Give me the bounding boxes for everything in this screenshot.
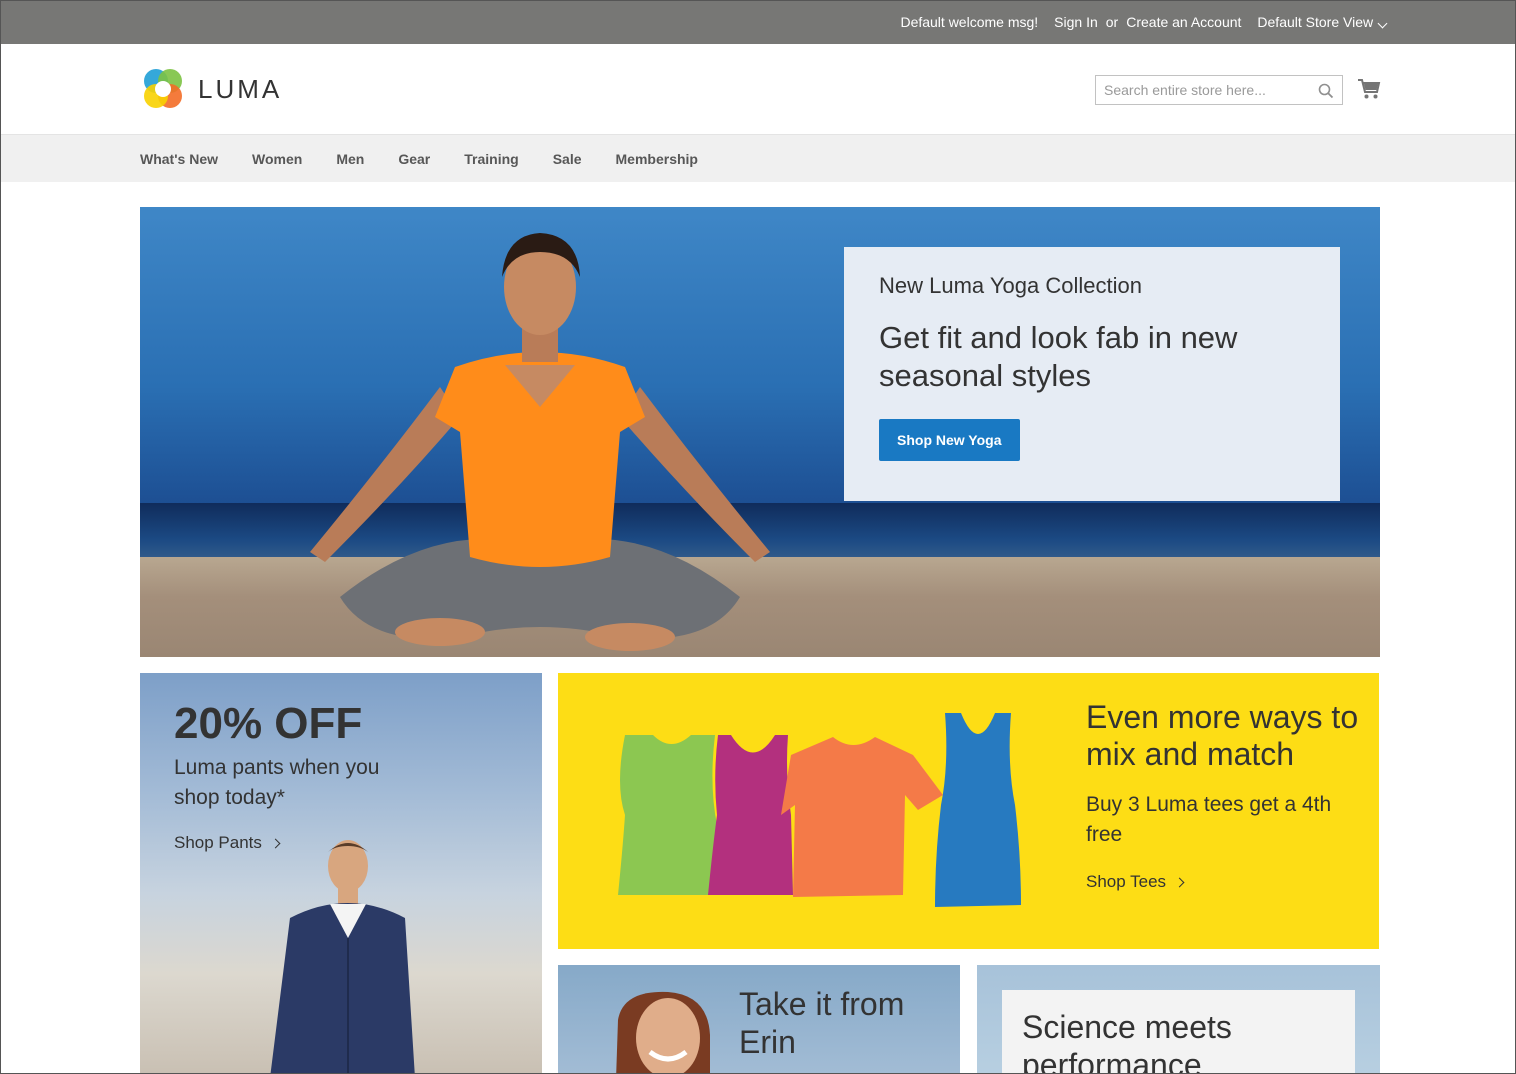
- pants-promo-headline: 20% OFF: [174, 699, 363, 748]
- hero-promo-box: New Luma Yoga Collection Get fit and loo…: [844, 247, 1340, 501]
- or-separator: or: [1105, 14, 1119, 30]
- logo[interactable]: LUMA: [140, 66, 282, 112]
- erin-promo-headline: Take it from Erin: [739, 986, 905, 1060]
- erin-promo-woman-image: [616, 991, 710, 1074]
- shop-tees-label: Shop Tees: [1086, 872, 1167, 891]
- shop-pants-link[interactable]: Shop Pants: [174, 833, 281, 853]
- science-promo-box: Science meets performance: [1002, 990, 1355, 1074]
- pants-promo-man-image: [270, 840, 415, 1074]
- main-navigation: What's New Women Men Gear Training Sale …: [0, 134, 1516, 182]
- shop-tees-link[interactable]: Shop Tees: [1086, 872, 1185, 892]
- shop-pants-label: Shop Pants: [174, 833, 262, 852]
- search-icon[interactable]: [1318, 83, 1334, 99]
- tees-promo-image: [618, 713, 1021, 907]
- pants-promo-block[interactable]: 20% OFF Luma pants when you shop today* …: [140, 673, 542, 1074]
- hero-headline: Get fit and look fab in new seasonal sty…: [879, 320, 1238, 393]
- tees-promo-description: Buy 3 Luma tees get a 4th free: [1086, 793, 1332, 846]
- nav-item-gear[interactable]: Gear: [398, 151, 430, 167]
- hero-yoga-figure-image: [310, 233, 770, 651]
- hero-subtitle: New Luma Yoga Collection: [879, 273, 1142, 298]
- welcome-message: Default welcome msg!: [900, 14, 1039, 30]
- tees-promo-headline: Even more ways to mix and match: [1086, 699, 1359, 772]
- shop-new-yoga-button[interactable]: Shop New Yoga: [879, 419, 1020, 461]
- nav-item-men[interactable]: Men: [336, 151, 364, 167]
- tees-promo-block[interactable]: Even more ways to mix and match Buy 3 Lu…: [558, 673, 1379, 949]
- create-account-link[interactable]: Create an Account: [1126, 14, 1241, 30]
- nav-item-training[interactable]: Training: [464, 151, 518, 167]
- search-box: [1095, 75, 1343, 105]
- logo-text: LUMA: [198, 73, 283, 104]
- nav-item-whats-new[interactable]: What's New: [140, 151, 218, 167]
- chevron-down-icon: [1377, 18, 1388, 29]
- store-view-label: Default Store View: [1257, 14, 1374, 30]
- cart-icon[interactable]: [1357, 77, 1381, 101]
- pants-promo-description: Luma pants when you shop today*: [174, 756, 380, 809]
- store-view-switcher[interactable]: Default Store View: [1257, 14, 1388, 30]
- chevron-right-icon: [270, 838, 281, 848]
- sign-in-link[interactable]: Sign In: [1054, 14, 1098, 30]
- nav-item-women[interactable]: Women: [252, 151, 302, 167]
- luma-logo-icon: [144, 69, 182, 108]
- nav-item-sale[interactable]: Sale: [553, 151, 582, 167]
- search-input[interactable]: [1104, 82, 1304, 98]
- erin-promo-block[interactable]: Take it from Erin: [558, 965, 960, 1074]
- chevron-right-icon: [1174, 877, 1185, 887]
- site-header: LUMA: [0, 44, 1516, 134]
- top-bar: Default welcome msg! Sign In or Create a…: [0, 0, 1516, 44]
- science-promo-block[interactable]: Science meets performance: [977, 965, 1380, 1074]
- hero-banner[interactable]: New Luma Yoga Collection Get fit and loo…: [140, 207, 1380, 657]
- science-promo-headline: Science meets performance: [1022, 1009, 1232, 1074]
- top-bar-links: Default welcome msg! Sign In or Create a…: [900, 0, 1388, 44]
- nav-item-membership[interactable]: Membership: [616, 151, 698, 167]
